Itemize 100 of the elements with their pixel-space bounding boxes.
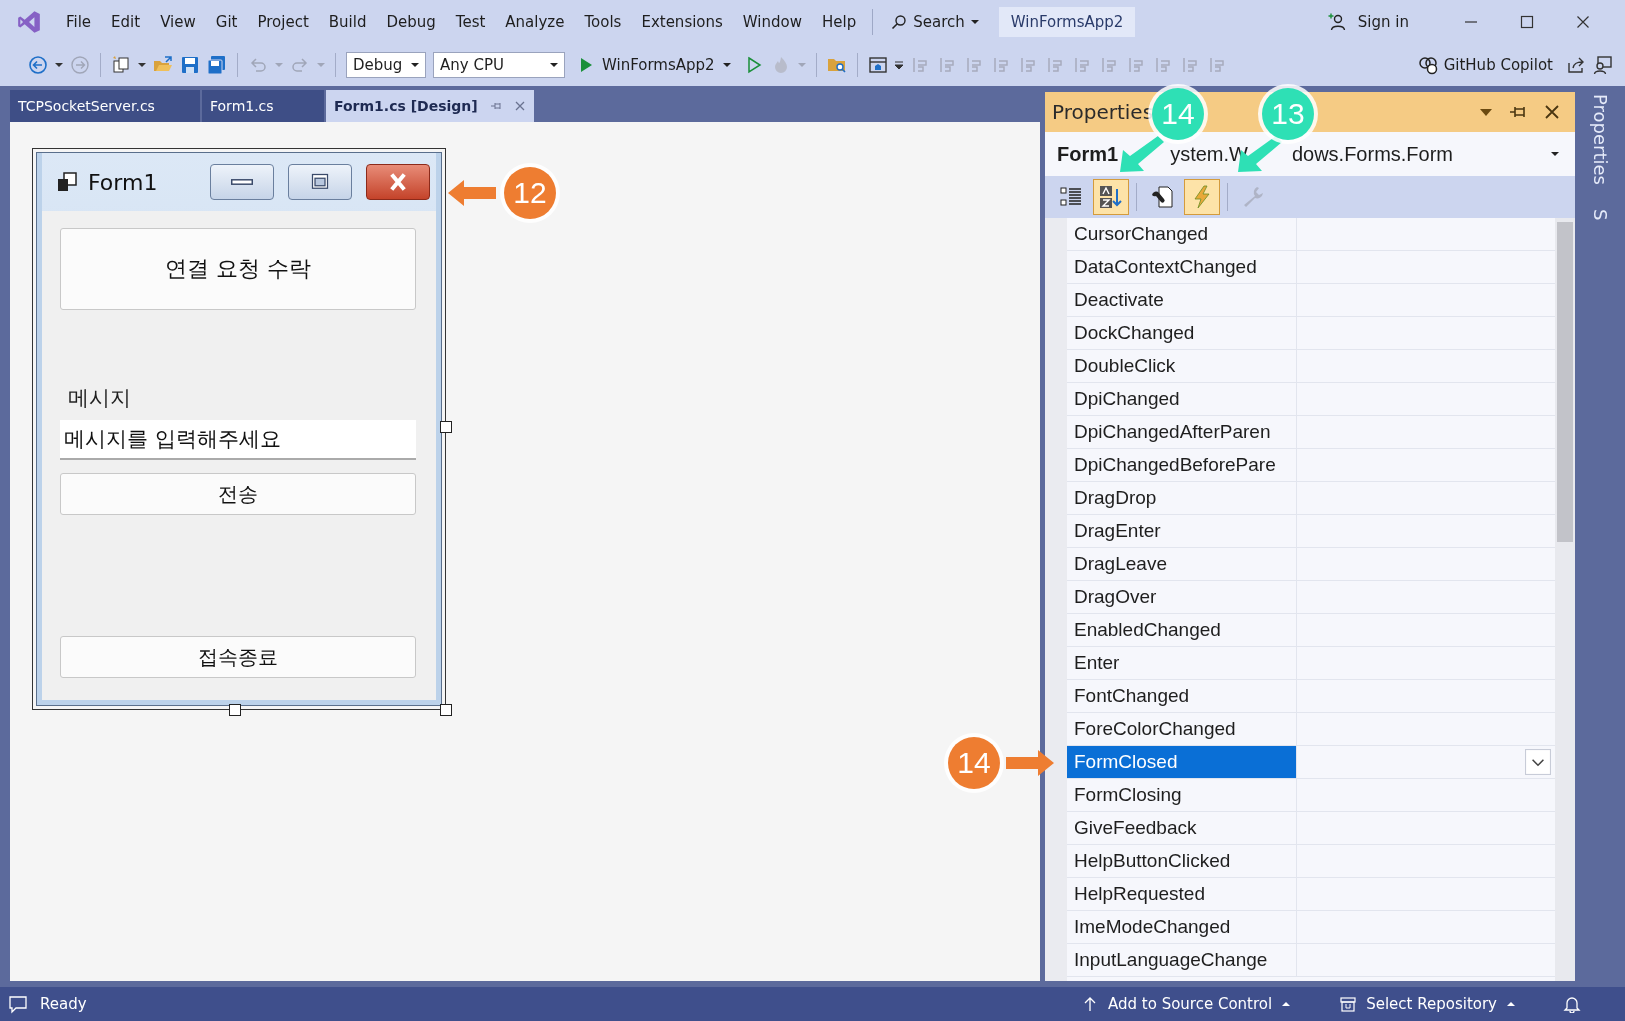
caret-icon[interactable]: [55, 61, 63, 69]
copilot-button[interactable]: GitHub Copilot: [1411, 54, 1559, 76]
search-button[interactable]: Search: [883, 9, 987, 35]
panel-title: Properties: [1052, 100, 1154, 124]
callout-badge: 13: [1262, 88, 1314, 140]
repository-icon: [1340, 996, 1357, 1012]
message-label: 메시지: [68, 385, 132, 412]
document-tab[interactable]: TCPSocketServer.cs: [10, 90, 200, 122]
event-name[interactable]: ForeColorChanged: [1067, 713, 1297, 745]
play-icon: [578, 57, 594, 73]
menu-item[interactable]: Project: [247, 9, 319, 35]
list-icon: [1059, 185, 1083, 209]
event-name[interactable]: HelpButtonClicked: [1067, 845, 1297, 877]
event-name[interactable]: DoubleClick: [1067, 350, 1297, 382]
search-icon: [891, 14, 908, 30]
event-name[interactable]: DragLeave: [1067, 548, 1297, 580]
event-name[interactable]: ImeModeChanged: [1067, 911, 1297, 943]
callout-badge: 14: [1152, 88, 1204, 140]
disconnect-button[interactable]: 접속종료: [60, 636, 416, 678]
platform-dropdown[interactable]: Any CPU: [433, 52, 565, 78]
minimize-icon: [231, 179, 253, 185]
bell-icon[interactable]: [1563, 995, 1581, 1013]
comment-icon: [8, 994, 28, 1014]
document-tab[interactable]: Form1.cs: [202, 90, 324, 122]
message-field[interactable]: 메시지를 입력해주세요: [60, 420, 416, 460]
menu-item[interactable]: Edit: [101, 9, 151, 35]
scrollbar-thumb[interactable]: [1557, 222, 1573, 542]
callout-arrow: [448, 180, 496, 206]
event-name[interactable]: EnabledChanged: [1067, 614, 1297, 646]
side-tab[interactable]: S: [1589, 204, 1611, 225]
event-name[interactable]: DragDrop: [1067, 482, 1297, 514]
event-name[interactable]: Deactivate: [1067, 284, 1297, 316]
new-item-icon[interactable]: [111, 55, 131, 75]
maximize-button[interactable]: [288, 164, 352, 200]
status-text: Ready: [40, 995, 87, 1013]
close-button[interactable]: [366, 164, 430, 200]
close-icon[interactable]: [1575, 14, 1591, 30]
event-name[interactable]: DpiChangedAfterParen: [1067, 416, 1297, 448]
callout-badge: 14: [948, 737, 1000, 789]
menu-item[interactable]: View: [150, 9, 206, 35]
side-tab[interactable]: Properties: [1589, 90, 1611, 189]
alphabetical-button[interactable]: [1093, 179, 1129, 215]
menu-item[interactable]: Debug: [376, 9, 446, 35]
chevron-icon[interactable]: [1525, 749, 1551, 775]
event-name[interactable]: InputLanguageChange: [1067, 944, 1297, 976]
overflow-icon[interactable]: [894, 61, 903, 69]
menu-item[interactable]: Test: [445, 9, 496, 35]
solution-title: WinFormsApp2: [998, 7, 1136, 37]
start-button[interactable]: WinFormsApp2: [572, 55, 737, 75]
event-name[interactable]: DragOver: [1067, 581, 1297, 613]
caret-icon: [1282, 1000, 1291, 1008]
caret-icon[interactable]: [138, 61, 146, 69]
person-icon: [1327, 13, 1346, 31]
save-icon[interactable]: [180, 55, 200, 75]
event-name[interactable]: CursorChanged: [1067, 218, 1297, 250]
event-name[interactable]: FormClosed: [1067, 746, 1297, 778]
minimize-button[interactable]: [210, 164, 274, 200]
accept-button[interactable]: 연결 요청 수락: [60, 228, 416, 310]
maximize-icon[interactable]: [1519, 14, 1535, 30]
event-name[interactable]: Enter: [1067, 647, 1297, 679]
feedback-icon[interactable]: [1593, 55, 1613, 75]
event-name[interactable]: DataContextChanged: [1067, 251, 1297, 283]
menu-item[interactable]: Build: [318, 9, 377, 35]
send-button[interactable]: 전송: [60, 473, 416, 515]
resize-handle[interactable]: [229, 704, 241, 716]
event-name[interactable]: FormClosing: [1067, 779, 1297, 811]
callout-arrow: [1006, 750, 1054, 776]
wrench-page-icon: [1150, 185, 1174, 209]
form-icon: [56, 171, 78, 193]
back-icon[interactable]: [28, 55, 48, 75]
share-icon[interactable]: [1566, 55, 1586, 75]
event-name[interactable]: GiveFeedback: [1067, 812, 1297, 844]
event-name[interactable]: DpiChangedBeforePare: [1067, 449, 1297, 481]
menu-item[interactable]: Window: [732, 9, 812, 35]
close-icon[interactable]: [1543, 103, 1561, 121]
menu-item[interactable]: Git: [205, 9, 248, 35]
event-name[interactable]: FontChanged: [1067, 680, 1297, 712]
caret-icon: [722, 61, 731, 69]
configuration-dropdown[interactable]: Debug: [346, 52, 426, 78]
menu-item[interactable]: Extensions: [631, 9, 733, 35]
repository-button[interactable]: Select Repository: [1334, 994, 1521, 1014]
event-name[interactable]: DragEnter: [1067, 515, 1297, 547]
form-window[interactable]: Form1 연결 요청 수락 메시지 메시지를 입력해주세요 전송 접속종료: [37, 153, 441, 705]
save-all-icon[interactable]: [207, 55, 227, 75]
menu-item[interactable]: File: [56, 9, 102, 35]
source-control-button[interactable]: Add to Source Control: [1076, 994, 1297, 1014]
menu-item[interactable]: Help: [812, 9, 867, 35]
window-icon[interactable]: [867, 55, 888, 75]
menu-item[interactable]: Tools: [574, 9, 632, 35]
resize-handle[interactable]: [440, 421, 452, 433]
copilot-icon: [1417, 55, 1438, 75]
resize-handle[interactable]: [440, 704, 452, 716]
event-name[interactable]: HelpRequested: [1067, 878, 1297, 910]
callout-arrow: [1118, 134, 1164, 174]
menu-item[interactable]: Analyze: [495, 9, 575, 35]
sign-in-button[interactable]: Sign in: [1321, 12, 1415, 32]
logo-icon: [16, 9, 42, 35]
caret-icon: [1551, 150, 1559, 158]
event-name[interactable]: DockChanged: [1067, 317, 1297, 349]
event-name[interactable]: DpiChanged: [1067, 383, 1297, 415]
